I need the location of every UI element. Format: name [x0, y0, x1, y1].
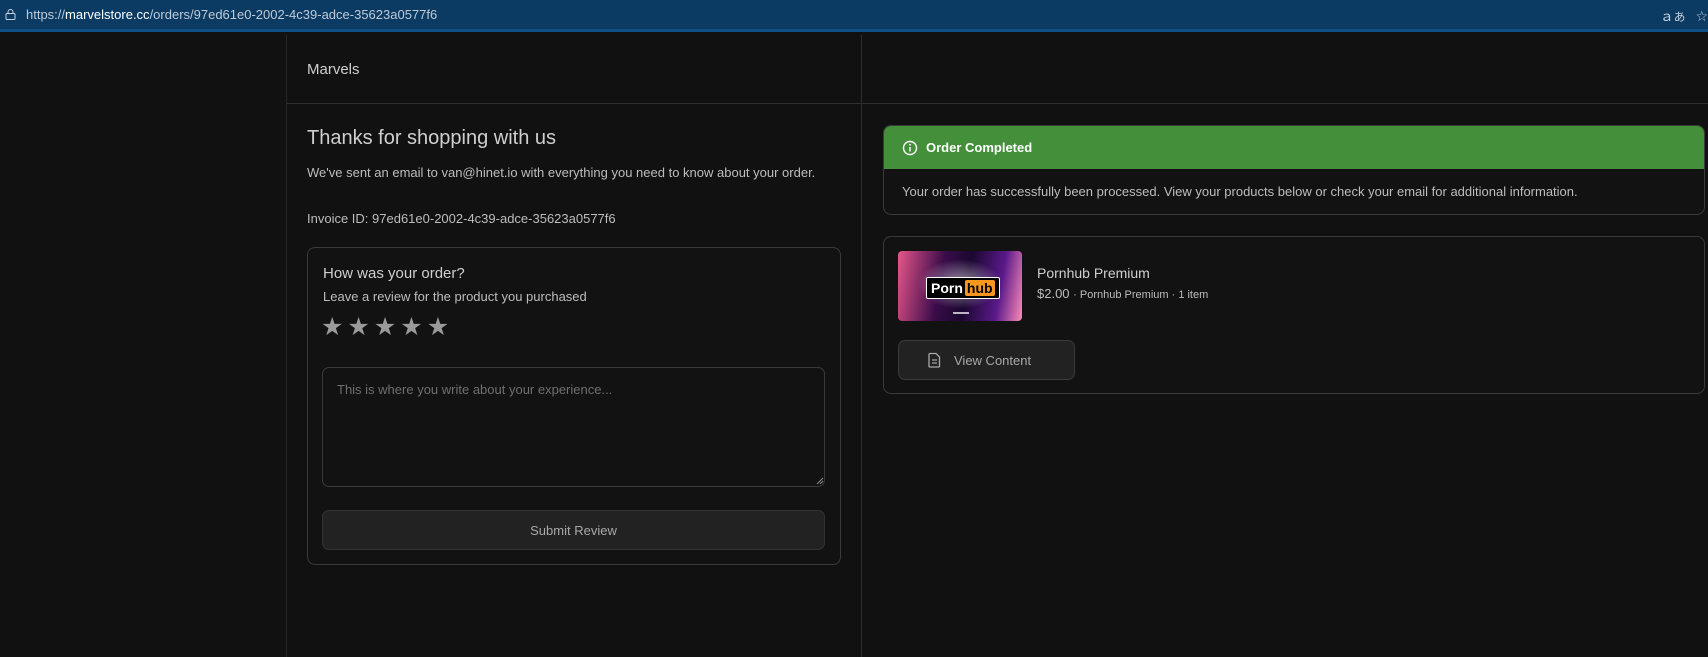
- star-rating[interactable]: ★ ★ ★ ★ ★: [321, 312, 449, 342]
- order-status-card: Order Completed Your order has successfu…: [883, 125, 1705, 215]
- star-3-icon[interactable]: ★: [374, 312, 396, 342]
- star-5-icon[interactable]: ★: [427, 312, 449, 342]
- invoice-id: Invoice ID: 97ed61e0-2002-4c39-adce-3562…: [307, 211, 616, 226]
- status-message: Your order has successfully been process…: [902, 184, 1578, 199]
- document-icon: [928, 352, 941, 368]
- product-details: · Pornhub Premium · 1 item: [1073, 289, 1209, 301]
- confirmation-message: We've sent an email to van@hinet.io with…: [307, 165, 816, 180]
- product-meta: $2.00 · Pornhub Premium · 1 item: [1037, 286, 1208, 301]
- review-textarea[interactable]: [322, 367, 825, 487]
- star-2-icon[interactable]: ★: [347, 312, 369, 342]
- resize-grip-icon[interactable]: [816, 477, 824, 485]
- page-title: Thanks for shopping with us: [307, 127, 557, 149]
- info-icon: [902, 140, 918, 155]
- order-page: Marvels Thanks for shopping with us We'v…: [0, 35, 1708, 657]
- submit-review-button[interactable]: Submit Review: [322, 510, 825, 550]
- bookmark-star-icon[interactable]: ☆: [1695, 8, 1708, 25]
- review-card: How was your order? Leave a review for t…: [307, 247, 841, 565]
- url-path: /orders/97ed61e0-2002-4c39-adce-35623a05…: [149, 7, 438, 22]
- product-card: Porn hub Pornhub Premium $2.00 · Pornhub …: [883, 236, 1705, 394]
- product-name: Pornhub Premium: [1037, 265, 1150, 281]
- url-scheme: https://: [26, 7, 66, 22]
- thumbnail-caption: [953, 312, 969, 314]
- header-divider: [286, 103, 1708, 104]
- logo-text-left: Porn: [931, 280, 963, 296]
- view-content-button[interactable]: View Content: [898, 340, 1075, 380]
- url-text[interactable]: https://marvelstore.cc/orders/97ed61e0-2…: [26, 7, 437, 22]
- translate-icon[interactable]: ａあ: [1660, 6, 1686, 26]
- star-4-icon[interactable]: ★: [400, 312, 422, 342]
- browser-toolbar-icons: ａあ ☆: [1660, 0, 1708, 32]
- star-1-icon[interactable]: ★: [321, 312, 343, 342]
- column-divider: [861, 35, 862, 657]
- url-host: marvelstore.cc: [65, 7, 150, 22]
- status-title: Order Completed: [926, 140, 1033, 155]
- product-thumbnail: Porn hub: [898, 251, 1022, 321]
- store-brand[interactable]: Marvels: [307, 61, 360, 78]
- product-price: $2.00: [1037, 286, 1070, 301]
- review-question: How was your order?: [323, 265, 465, 282]
- lock-icon[interactable]: [4, 9, 16, 20]
- review-subtitle: Leave a review for the product you purch…: [323, 289, 587, 304]
- logo-text-right: hub: [964, 280, 995, 296]
- pornhub-logo: Porn hub: [926, 277, 1000, 299]
- view-content-label: View Content: [954, 352, 1032, 368]
- status-header: Order Completed: [884, 126, 1704, 169]
- browser-address-bar[interactable]: https://marvelstore.cc/orders/97ed61e0-2…: [0, 0, 1708, 32]
